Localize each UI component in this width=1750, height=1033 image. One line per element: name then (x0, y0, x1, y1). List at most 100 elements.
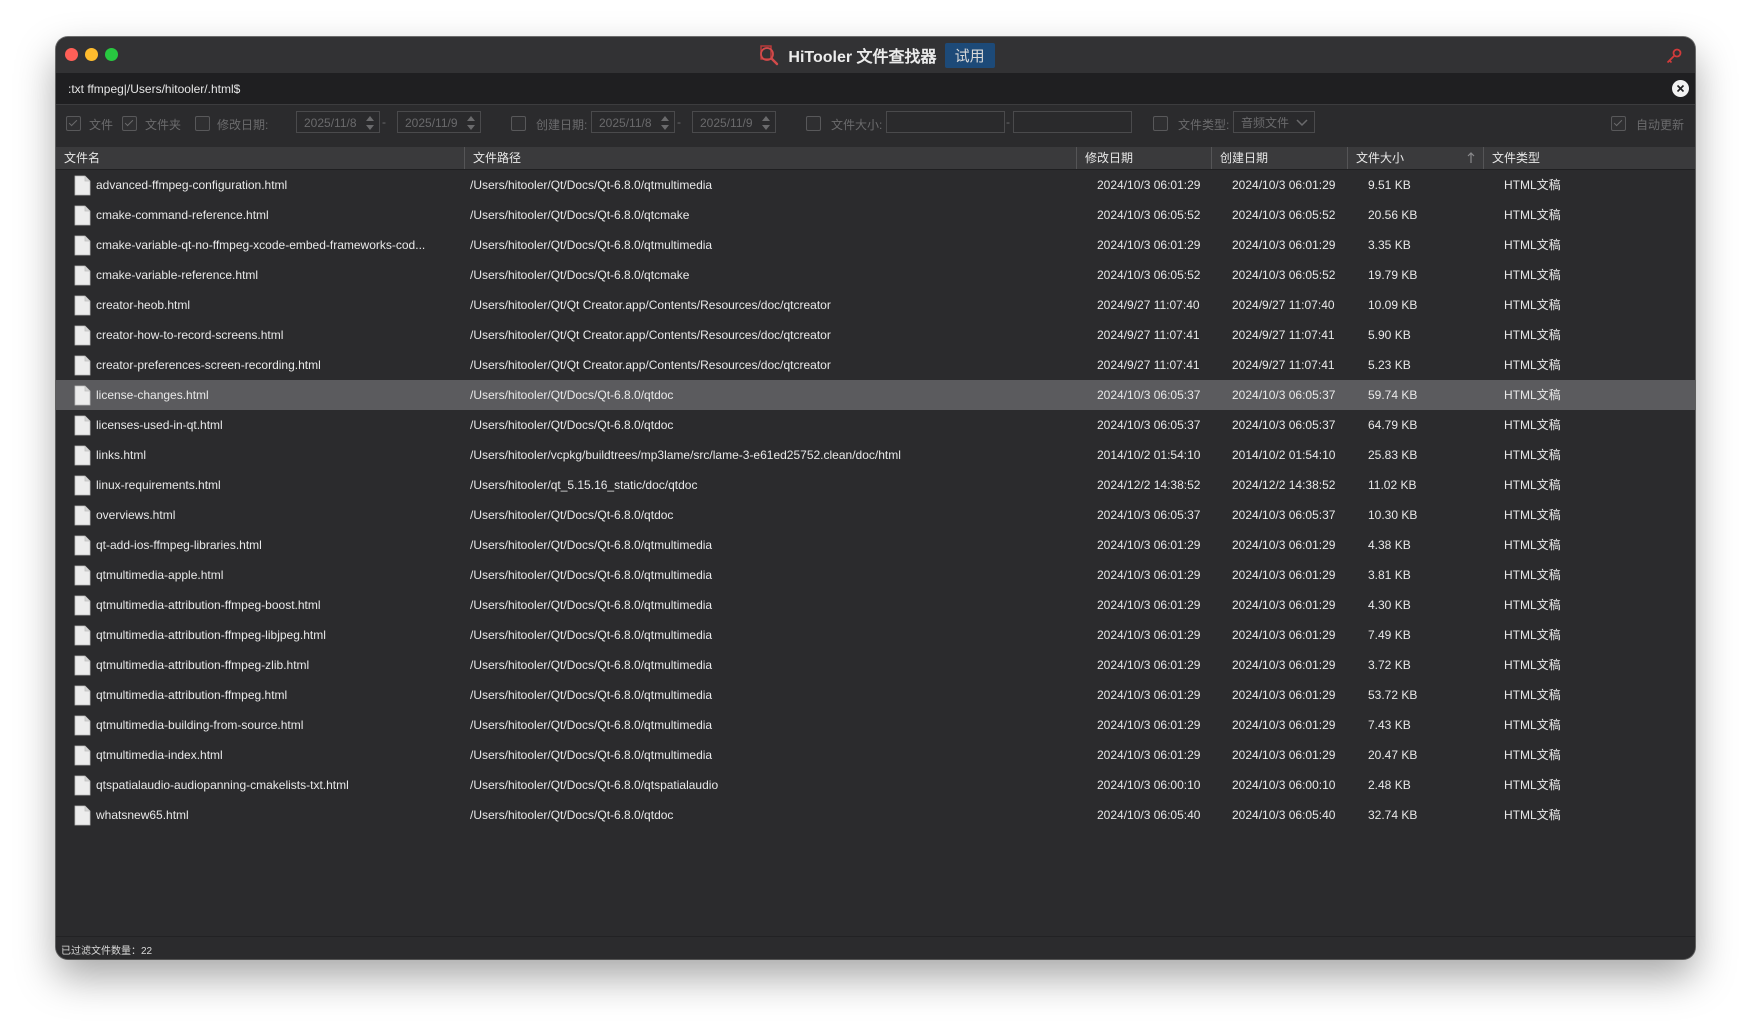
stepper-icon[interactable] (761, 114, 771, 132)
table-row[interactable]: creator-heob.html/Users/hitooler/Qt/Qt C… (56, 290, 1695, 320)
column-header-type[interactable]: 文件类型 (1484, 147, 1695, 169)
file-type-cell: HTML文稿 (1504, 808, 1561, 822)
modified-date-cell: 2024/10/3 06:01:29 (1097, 688, 1201, 702)
created-from-date[interactable]: 2025/11/8 (591, 111, 675, 133)
document-icon (74, 565, 91, 586)
created-date-cell: 2024/10/3 06:01:29 (1232, 178, 1336, 192)
stepper-icon[interactable] (660, 114, 670, 132)
document-icon (74, 355, 91, 376)
auto-update-label: 自动更新 (1636, 118, 1685, 132)
table-row[interactable]: qtmultimedia-attribution-ffmpeg-libjpeg.… (56, 620, 1695, 650)
file-size-cell: 5.23 KB (1368, 358, 1411, 372)
table-row[interactable]: qtmultimedia-attribution-ffmpeg-zlib.htm… (56, 650, 1695, 680)
document-icon (74, 415, 91, 436)
file-size-checkbox[interactable] (806, 116, 821, 131)
created-date-cell: 2024/10/3 06:05:37 (1232, 508, 1336, 522)
created-date-cell: 2024/10/3 06:01:29 (1232, 748, 1336, 762)
sort-ascending-icon (1467, 152, 1475, 163)
auto-update-checkbox[interactable] (1611, 116, 1626, 131)
table-row[interactable]: cmake-variable-qt-no-ffmpeg-xcode-embed-… (56, 230, 1695, 260)
key-icon[interactable] (1665, 47, 1683, 65)
table-row[interactable]: whatsnew65.html/Users/hitooler/Qt/Docs/Q… (56, 800, 1695, 830)
file-type-cell: HTML文稿 (1504, 358, 1561, 372)
stepper-icon[interactable] (365, 114, 375, 132)
table-row[interactable]: overviews.html/Users/hitooler/Qt/Docs/Qt… (56, 500, 1695, 530)
table-row[interactable]: links.html/Users/hitooler/vcpkg/buildtre… (56, 440, 1695, 470)
file-size-cell: 7.43 KB (1368, 718, 1411, 732)
trial-badge[interactable]: 试用 (944, 42, 995, 68)
file-type-cell: HTML文稿 (1504, 388, 1561, 402)
file-type-cell: HTML文稿 (1504, 298, 1561, 312)
column-header-size[interactable]: 文件大小 (1348, 147, 1484, 169)
document-icon (74, 805, 91, 826)
table-row[interactable]: cmake-variable-reference.html/Users/hito… (56, 260, 1695, 290)
modified-from-date[interactable]: 2025/11/8 (296, 111, 380, 133)
modified-date-cell: 2024/10/3 06:01:29 (1097, 598, 1201, 612)
file-type-checkbox[interactable] (1153, 116, 1168, 131)
file-name-cell: qtmultimedia-attribution-ffmpeg-boost.ht… (96, 598, 321, 612)
file-path-cell: /Users/hitooler/Qt/Docs/Qt-6.8.0/qtmulti… (470, 238, 713, 252)
search-input[interactable] (64, 73, 1652, 104)
file-path-cell: /Users/hitooler/Qt/Docs/Qt-6.8.0/qtmulti… (470, 658, 713, 672)
file-name-cell: cmake-variable-qt-no-ffmpeg-xcode-embed-… (96, 238, 426, 252)
modified-date-cell: 2024/9/27 11:07:41 (1097, 358, 1200, 372)
table-row[interactable]: license-changes.html/Users/hitooler/Qt/D… (56, 380, 1695, 410)
table-row[interactable]: qt-add-ios-ffmpeg-libraries.html/Users/h… (56, 530, 1695, 560)
clear-search-button[interactable] (1672, 80, 1689, 97)
file-name-cell: links.html (96, 448, 147, 462)
file-type-cell: HTML文稿 (1504, 538, 1561, 552)
table-row[interactable]: qtmultimedia-apple.html/Users/hitooler/Q… (56, 560, 1695, 590)
table-row[interactable]: linux-requirements.html/Users/hitooler/q… (56, 470, 1695, 500)
column-header-created[interactable]: 创建日期 (1212, 147, 1348, 169)
min-size-input[interactable] (886, 111, 1005, 133)
file-type-cell: HTML文稿 (1504, 598, 1561, 612)
modified-to-date[interactable]: 2025/11/9 (397, 111, 481, 133)
app-window: HiTooler 文件查找器 试用 文件 文件夹 修改日期: 2025/11/8 (56, 37, 1695, 959)
created-date-checkbox[interactable] (511, 116, 526, 131)
table-row[interactable]: cmake-command-reference.html/Users/hitoo… (56, 200, 1695, 230)
file-path-cell: /Users/hitooler/vcpkg/buildtrees/mp3lame… (470, 448, 901, 462)
document-icon (74, 625, 91, 646)
file-path-cell: /Users/hitooler/Qt/Docs/Qt-6.8.0/qtdoc (470, 808, 674, 822)
document-icon (74, 715, 91, 736)
modified-date-checkbox[interactable] (195, 116, 210, 131)
file-size-cell: 64.79 KB (1368, 418, 1418, 432)
file-name-cell: qtmultimedia-attribution-ffmpeg-libjpeg.… (96, 628, 326, 642)
folder-checkbox[interactable] (122, 116, 137, 131)
modified-date-cell: 2024/10/3 06:05:37 (1097, 508, 1201, 522)
modified-date-cell: 2024/12/2 14:38:52 (1097, 478, 1201, 492)
column-header-modified[interactable]: 修改日期 (1077, 147, 1212, 169)
file-size-cell: 20.47 KB (1368, 748, 1418, 762)
table-row[interactable]: qtmultimedia-attribution-ffmpeg.html/Use… (56, 680, 1695, 710)
file-type-cell: HTML文稿 (1504, 478, 1561, 492)
file-type-cell: HTML文稿 (1504, 268, 1561, 282)
modified-date-cell: 2024/9/27 11:07:40 (1097, 298, 1200, 312)
file-type-cell: HTML文稿 (1504, 448, 1561, 462)
file-size-cell: 20.56 KB (1368, 208, 1418, 222)
modified-date-cell: 2024/10/3 06:05:37 (1097, 388, 1201, 402)
created-to-date[interactable]: 2025/11/9 (692, 111, 776, 133)
stepper-icon[interactable] (466, 114, 476, 132)
file-name-cell: creator-preferences-screen-recording.htm… (96, 358, 321, 372)
file-checkbox[interactable] (66, 116, 81, 131)
created-date-cell: 2024/10/3 06:00:10 (1232, 778, 1336, 792)
table-row[interactable]: qtmultimedia-building-from-source.html/U… (56, 710, 1695, 740)
column-header-path[interactable]: 文件路径 (465, 147, 1077, 169)
file-type-cell: HTML文稿 (1504, 658, 1561, 672)
max-size-input[interactable] (1013, 111, 1132, 133)
column-header-name[interactable]: 文件名 (56, 147, 465, 169)
table-row[interactable]: advanced-ffmpeg-configuration.html/Users… (56, 170, 1695, 200)
file-name-cell: qtmultimedia-apple.html (96, 568, 224, 582)
file-type-cell: HTML文稿 (1504, 568, 1561, 582)
table-row[interactable]: creator-preferences-screen-recording.htm… (56, 350, 1695, 380)
table-row[interactable]: qtmultimedia-attribution-ffmpeg-boost.ht… (56, 590, 1695, 620)
file-type-select[interactable]: 音频文件 (1233, 111, 1315, 133)
file-path-cell: /Users/hitooler/qt_5.15.16_static/doc/qt… (470, 478, 698, 492)
file-path-cell: /Users/hitooler/Qt/Qt Creator.app/Conten… (470, 328, 831, 342)
table-row[interactable]: creator-how-to-record-screens.html/Users… (56, 320, 1695, 350)
modified-date-cell: 2024/10/3 06:05:37 (1097, 418, 1201, 432)
table-row[interactable]: qtspatialaudio-audiopanning-cmakelists-t… (56, 770, 1695, 800)
modified-date-cell: 2024/10/3 06:01:29 (1097, 748, 1201, 762)
table-row[interactable]: licenses-used-in-qt.html/Users/hitooler/… (56, 410, 1695, 440)
table-row[interactable]: qtmultimedia-index.html/Users/hitooler/Q… (56, 740, 1695, 770)
